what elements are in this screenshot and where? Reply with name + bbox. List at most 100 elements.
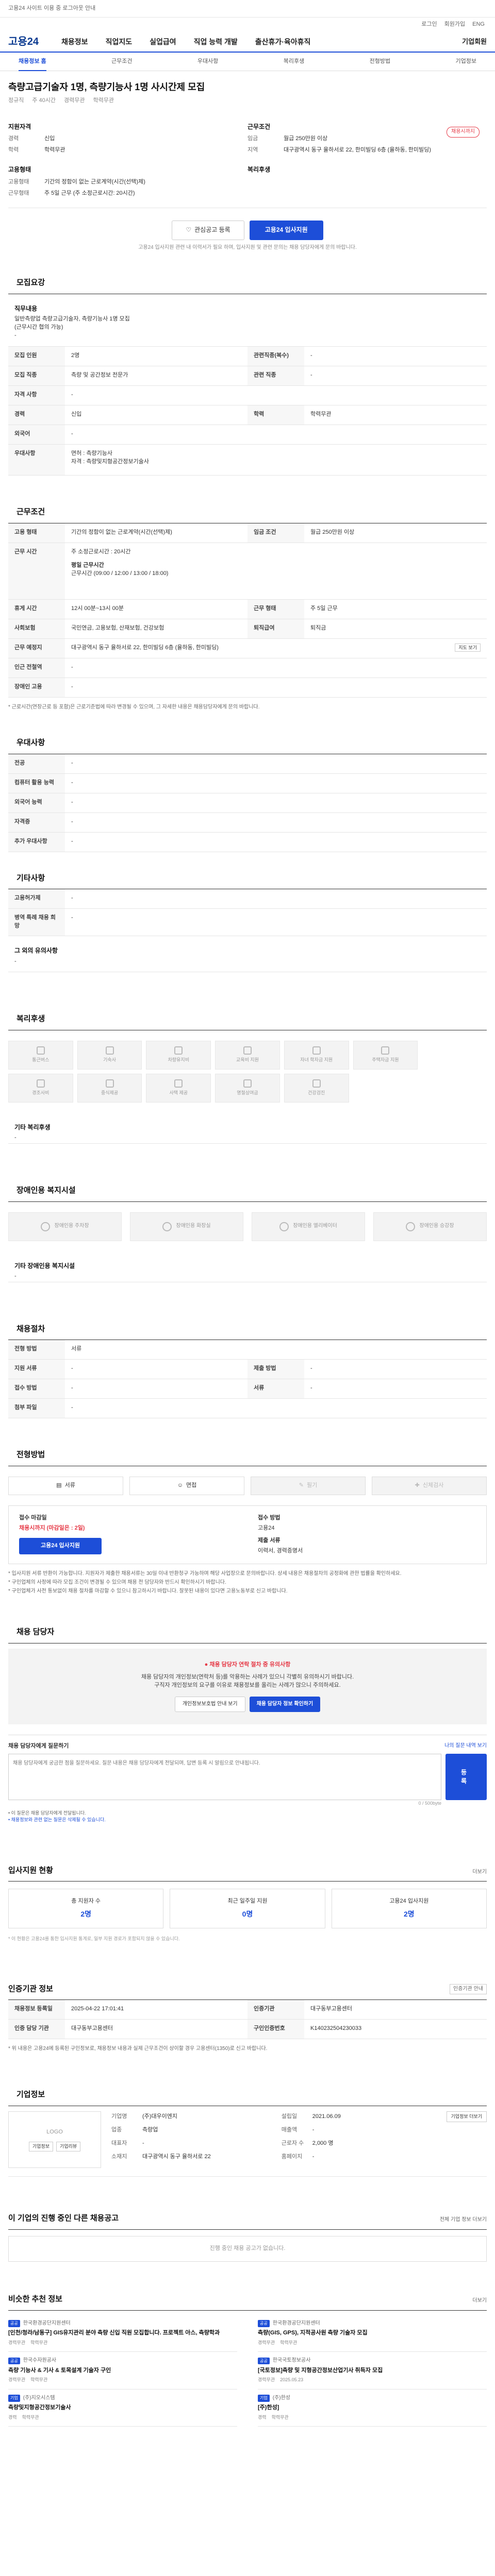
reco-card[interactable]: 기업 (주)지오시스템 측량및지형공간정보기술사 경력 학력무관 [8,2389,237,2427]
table-key: 근무 형태 [248,599,304,619]
kv-key: 근무형태 [8,190,29,196]
welfare-card: 통근버스 [8,1040,73,1070]
privacy-guide-button[interactable]: 개인정보보호법 안내 보기 [174,1697,245,1713]
note-line: * 입사지원 서류 반환이 가능합니다. 지원자가 제출한 채용서류는 30일 … [8,1570,402,1577]
apply-button[interactable]: 고용24 입사지원 [249,220,323,240]
reco-tag: 기업 [258,2394,270,2402]
company-logo: LOGO [46,2128,63,2135]
table-key: 고용허가제 [8,889,65,909]
apply-button-2[interactable]: 고용24 입사지원 [19,1538,102,1555]
reco-more-link[interactable]: 더보기 [472,2297,487,2305]
nav-item-leave[interactable]: 출산휴가·육아휴직 [255,37,311,47]
qna-input[interactable] [8,1754,441,1801]
kv-key: 홈페이지 [281,2153,303,2160]
kv-key: 업종 [111,2127,122,2133]
kv-key: 근로자 수 [281,2140,304,2146]
cert-table: 채용정보 등록일 2025-04-22 17:01:41 인증기관 대구동부고용센터 … [8,2000,487,2040]
company-review-button[interactable]: 기업리뷰 [56,2141,81,2151]
stat-value: 2명 [80,1910,91,1919]
conditions-note: * 근로시간(연장근로 등 포함)은 근로기준법에 따라 변경될 수 있으며, … [8,704,260,710]
stat-card: 총 지원자 수 2명 [8,1889,164,1928]
table-value: - [71,664,73,670]
top-notice-text: 고용24 사이트 이용 중 로그아웃 안내 [8,5,96,11]
cert-guide-button[interactable]: 인증기관 안내 [450,1984,487,1995]
contact-info-button[interactable]: 채용 담당자 정보 확인하기 [249,1697,321,1713]
reco-card[interactable]: 공공 한국환경공단지원센터 측량(GIS, GPS), 지적공사원 측량 기술자 모… [258,2315,487,2352]
reco-title: [인천/청라/남동구] GIS유지관리 분야 측량 신입 직원 모집합니다. 프… [8,2330,220,2336]
stat-label: 고용24 입사지원 [389,1898,429,1905]
qna-note: • 채용정보와 관련 없는 질문은 삭제될 수 있습니다. [8,1817,106,1823]
kv-value: 2021.06.09 [312,2113,341,2120]
qna-section: 채용 담당자에게 질문하기나의 질문 내역 보기 등록 0 / 500byte … [8,1735,487,1823]
welfare-label: 자녀 학자금 지원 [300,1057,333,1063]
stats-more-link[interactable]: 더보기 [472,1869,487,1876]
table-key: 지원 서류 [8,1360,65,1379]
kv-value: 신입 [44,135,55,142]
disability-card: 장애인용 화장실 [130,1212,243,1241]
table-key: 자격증 [8,812,65,832]
scrap-label: 관심공고 등록 [194,226,230,233]
map-button[interactable]: 지도 보기 [455,643,481,652]
kv-key: 기업명 [111,2113,127,2120]
kv-key: 소재지 [111,2153,127,2160]
welfare-label: 주택자금 지원 [372,1057,399,1063]
table-key: 학력 [248,405,304,425]
reco-tag: 공공 [8,2357,20,2365]
nav-item-business[interactable]: 기업회원 [462,37,487,47]
section-title-etc: 기타사항 [8,862,487,890]
nav-item-career[interactable]: 직업지도 [106,37,133,47]
table-value: 측량 및 공간정보 전문가 [71,372,128,379]
kv-key: 고용형태 [8,178,29,185]
nav-item-unemployment[interactable]: 실업급여 [150,37,176,47]
reco-meta: 학력무관 [280,2340,298,2345]
nav-item-training[interactable]: 직업 능력 개발 [194,37,238,47]
method-row: ▤ 서류 ☺ 면접 ✎ 필기 ✚ 신체검사 [8,1477,487,1496]
company-info-button[interactable]: 기업정보 [28,2141,53,2151]
table-value: - [71,838,73,844]
tab-selection[interactable]: 전형방법 [370,58,390,66]
tab-conditions[interactable]: 근무조건 [111,58,132,66]
table-key: 자격 사항 [8,386,65,405]
table-key: 퇴직급여 [248,619,304,638]
top-notice-bar: 고용24 사이트 이용 중 로그아웃 안내 [0,0,495,18]
site-logo[interactable]: 고용24 [8,35,39,49]
tab-welfare[interactable]: 복리후생 [284,58,304,66]
table-value: 신입 [71,411,82,418]
other-more-link[interactable]: 전체 기업 정보 더보기 [440,2216,487,2224]
reco-company: 한국환경공단지원센터 [272,2320,320,2326]
nav-item-jobs[interactable]: 채용정보 [61,37,88,47]
qna-submit-button[interactable]: 등록 [446,1754,487,1801]
login-link[interactable]: 로그인 [421,21,437,29]
reco-card[interactable]: 공공 한국수자원공사 측량 기능사 & 기사 & 토목설계 기술자 구인 경력무관 학력… [8,2352,237,2389]
table-key: 외국어 [8,425,65,445]
scrap-button[interactable]: ♡ 관심공고 등록 [172,220,244,240]
tab-preferences[interactable]: 우대사항 [197,58,218,66]
note-line: * 구인업체의 사정에 따라 모집 조건이 변경될 수 있으며 채용 전 담당자… [8,1579,226,1585]
stat-label: 총 지원자 수 [71,1898,101,1905]
table-value: 주 5일 근무 [310,605,338,612]
welfare-extra: 기타 복리후생 - [8,1113,487,1144]
table-key: 우대사항 [8,445,65,476]
table-key: 임금 조건 [248,523,304,543]
kv-value: 대구광역시 동구 율하서로 22 [142,2153,211,2160]
company-more-button[interactable]: 기업정보 더보기 [446,2111,487,2123]
cert-header: 인증기관 정보 인증기관 안내 [8,1973,487,2001]
kv-value: 측량업 [142,2127,158,2133]
reco-card[interactable]: 기업 (주)한성 [주)한성] 경력 학력무관 [258,2389,487,2427]
reco-card[interactable]: 공공 한국환경공단지원센터 [인천/청라/남동구] GIS유지관리 분야 측량 신입… [8,2315,237,2352]
reco-meta: 2025.05.23 [280,2377,304,2383]
tab-job-home[interactable]: 채용정보 홈 [19,52,46,72]
signup-link[interactable]: 회원가입 [444,21,465,29]
table-value: 근무시간 (09:00 / 12:00 / 13:00 / 18:00) [71,570,169,577]
section-title-cert: 인증기관 정보 [8,1984,53,1993]
qna-history-link[interactable]: 나의 질문 내역 보기 [444,1742,487,1751]
tab-company[interactable]: 기업정보 [455,58,476,66]
method-label: 서류 [64,1482,75,1489]
language-link[interactable]: ENG [472,21,485,29]
other-empty: 진행 중인 채용 공고가 없습니다. [8,2235,487,2262]
kv-key: 매출액 [281,2127,298,2133]
table-value: 대구광역시 동구 율하서로 22, 한미빌딩 6층 (율하동, 한미빌딩) [71,644,219,651]
reco-card[interactable]: 공공 한국국토정보공사 [국토정보]측량 및 지형공간정보산업기사 취득자 모집 경력… [258,2352,487,2389]
table-value: - [310,372,312,379]
kv-value: (주)대우이엔지 [142,2113,178,2120]
